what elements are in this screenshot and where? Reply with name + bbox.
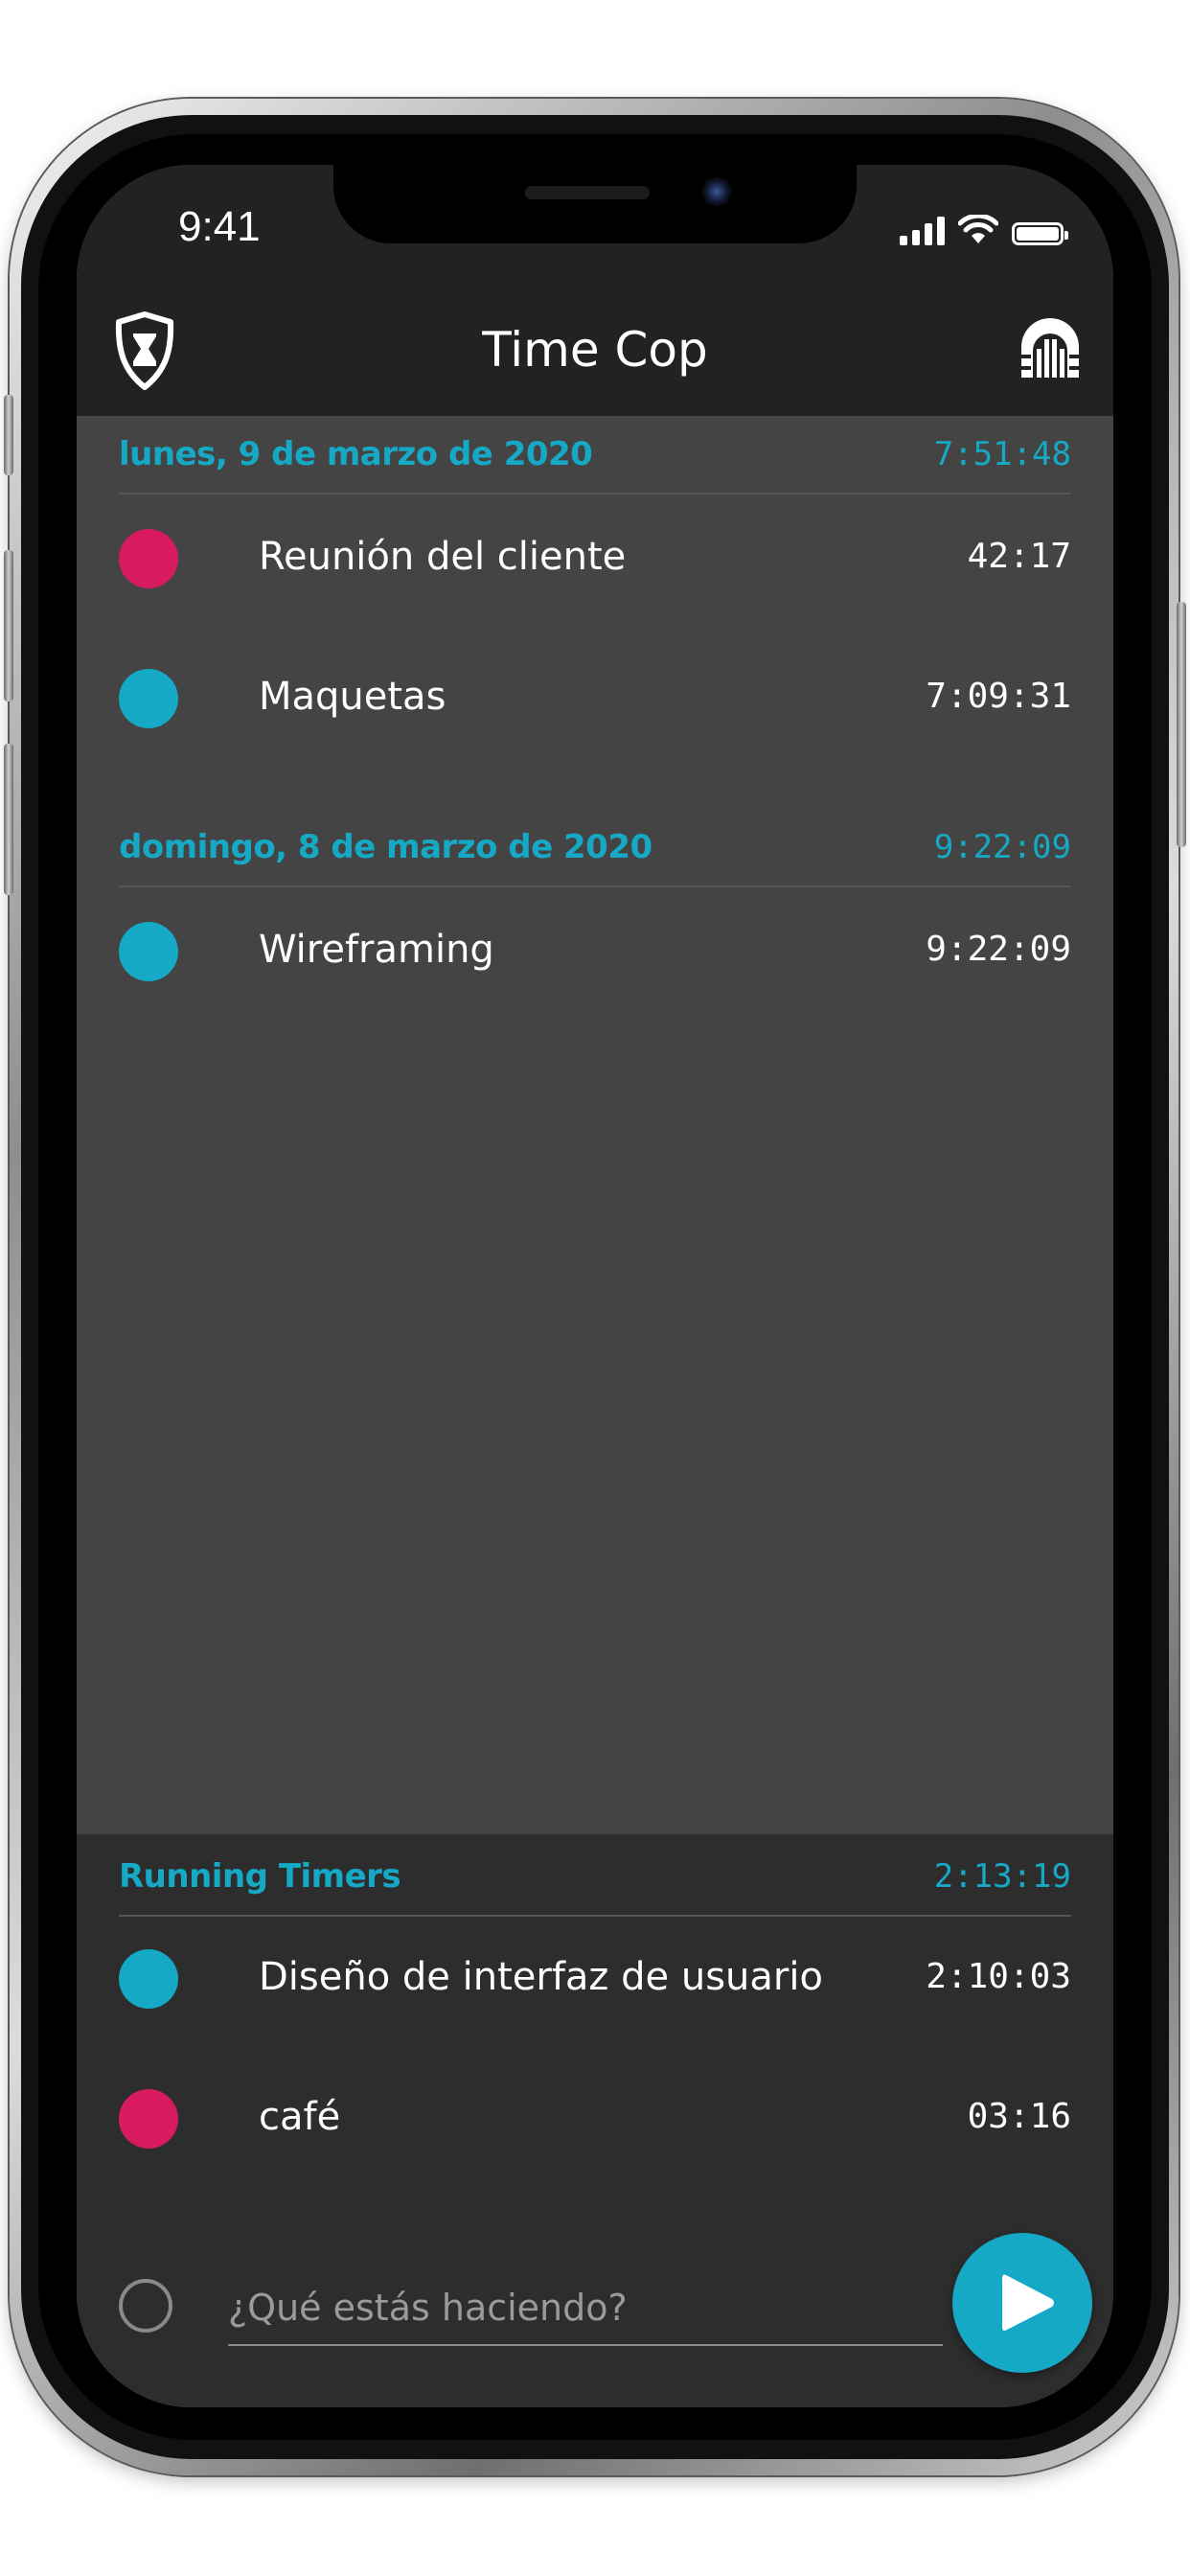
time-entry-list[interactable]: lunes, 9 de marzo de 2020 7:51:48 Reunió… — [77, 416, 1113, 1834]
running-timers-total: 2:13:19 — [933, 1857, 1071, 1896]
app-screen: 9:41 Time Cop lunes, 9 de marzo de 2020 … — [77, 165, 1113, 2407]
status-time: 9:41 — [178, 203, 261, 250]
cellular-signal-icon — [900, 217, 945, 245]
entry-description: Wireframing — [259, 928, 494, 972]
battery-icon — [1012, 222, 1068, 245]
archive-door-icon[interactable] — [1016, 312, 1085, 381]
new-timer-composer — [119, 2233, 1113, 2386]
start-timer-button[interactable] — [952, 2233, 1092, 2373]
entry-duration: 7:09:31 — [926, 677, 1071, 716]
running-timers-label: Running Timers — [119, 1857, 401, 1896]
volume-up-button — [4, 550, 13, 702]
app-title: Time Cop — [482, 322, 708, 378]
app-bar: Time Cop — [77, 280, 1113, 416]
running-timer-row[interactable]: Diseño de interfaz de usuario 2:10:03 — [119, 1922, 1071, 2037]
notch — [333, 165, 857, 243]
running-timers-header: Running Timers 2:13:19 — [119, 1838, 1071, 1917]
time-entry-row[interactable]: Maquetas 7:09:31 — [119, 642, 1071, 757]
day-header: domingo, 8 de marzo de 2020 9:22:09 — [119, 809, 1071, 887]
time-entry-row[interactable]: Reunión del cliente 42:17 — [119, 502, 1071, 617]
timer-duration: 03:16 — [967, 2097, 1071, 2136]
entry-duration: 42:17 — [967, 537, 1071, 576]
day-total: 9:22:09 — [933, 828, 1071, 866]
power-button — [1177, 602, 1186, 847]
day-total: 7:51:48 — [933, 435, 1071, 473]
entry-description: Maquetas — [259, 675, 446, 719]
status-icons — [900, 213, 1068, 245]
running-timer-row[interactable]: café 03:16 — [119, 2062, 1071, 2177]
day-date-label: domingo, 8 de marzo de 2020 — [119, 828, 652, 866]
project-color-dot — [119, 2089, 178, 2149]
timer-description: Diseño de interfaz de usuario — [259, 1955, 823, 1999]
mute-switch — [4, 395, 13, 475]
project-color-dot — [119, 922, 178, 981]
timer-description-input[interactable] — [228, 2271, 943, 2346]
volume-down-button — [4, 744, 13, 895]
entry-description: Reunión del cliente — [259, 535, 627, 579]
timer-description: café — [259, 2095, 341, 2139]
time-entry-row[interactable]: Wireframing 9:22:09 — [119, 895, 1071, 1010]
speaker-grille — [525, 186, 650, 199]
day-date-label: lunes, 9 de marzo de 2020 — [119, 435, 593, 473]
project-color-dot — [119, 669, 178, 728]
project-color-dot — [119, 1949, 178, 2009]
timer-duration: 2:10:03 — [926, 1957, 1071, 1996]
entry-duration: 9:22:09 — [926, 930, 1071, 969]
front-camera — [701, 176, 732, 207]
project-picker-ring[interactable] — [119, 2279, 172, 2333]
device-mockup: 9:41 Time Cop lunes, 9 de marzo de 2020 … — [0, 0, 1190, 2576]
play-icon — [1002, 2274, 1054, 2331]
running-timers-panel: Running Timers 2:13:19 Diseño de interfa… — [77, 1834, 1113, 2407]
day-header: lunes, 9 de marzo de 2020 7:51:48 — [119, 416, 1071, 494]
project-color-dot — [119, 529, 178, 588]
wifi-icon — [958, 215, 998, 243]
